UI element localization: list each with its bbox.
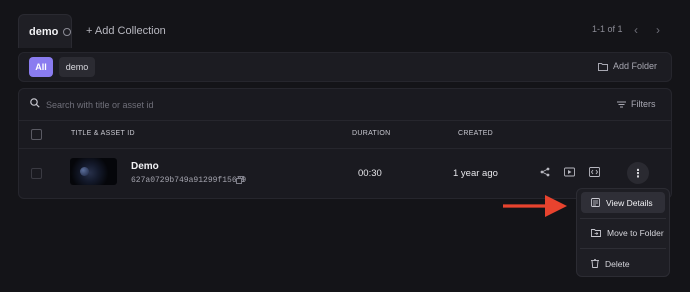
add-collection-button[interactable]: + Add Collection bbox=[86, 22, 166, 40]
play-icon[interactable] bbox=[564, 167, 575, 177]
folder-chip-all[interactable]: All bbox=[29, 57, 53, 77]
menu-item-label: View Details bbox=[606, 197, 653, 208]
divider bbox=[19, 120, 671, 121]
folder-icon bbox=[598, 62, 608, 71]
filter-icon bbox=[617, 101, 626, 107]
filters-button[interactable]: Filters bbox=[617, 99, 656, 109]
search-input[interactable] bbox=[46, 97, 246, 112]
collection-tab-label: demo bbox=[29, 25, 59, 38]
menu-item-label: Move to Folder bbox=[607, 227, 664, 238]
more-icon[interactable]: ⋮ bbox=[627, 162, 649, 184]
asset-created: 1 year ago bbox=[453, 168, 498, 179]
info-icon[interactable] bbox=[63, 27, 71, 36]
filters-label: Filters bbox=[631, 99, 656, 109]
add-folder-button[interactable]: Add Folder bbox=[598, 61, 657, 71]
chevron-left-icon[interactable]: ‹ bbox=[634, 23, 638, 37]
collection-tab-demo[interactable]: demo bbox=[18, 14, 72, 48]
search-icon bbox=[30, 98, 40, 108]
pagination-text: 1-1 of 1 bbox=[592, 24, 623, 34]
select-all-checkbox[interactable] bbox=[31, 129, 42, 140]
menu-divider bbox=[580, 218, 666, 219]
add-collection-label: + Add Collection bbox=[86, 25, 166, 37]
menu-item-delete[interactable]: Delete bbox=[581, 253, 665, 274]
chevron-right-icon[interactable]: › bbox=[656, 23, 660, 37]
video-thumbnail[interactable] bbox=[70, 158, 117, 185]
column-header-created[interactable]: CREATED bbox=[458, 130, 493, 137]
copy-icon[interactable] bbox=[236, 176, 244, 184]
column-header-title[interactable]: TITLE & ASSET ID bbox=[71, 130, 135, 137]
asset-duration: 00:30 bbox=[358, 168, 382, 179]
menu-item-view-details[interactable]: View Details bbox=[581, 192, 665, 213]
folder-bar bbox=[18, 52, 672, 82]
divider bbox=[19, 148, 671, 149]
row-checkbox[interactable] bbox=[31, 168, 42, 179]
menu-divider bbox=[580, 248, 666, 249]
move-folder-icon bbox=[591, 229, 601, 237]
asset-id: 627a0729b749a91299f15679 bbox=[131, 176, 247, 185]
share-icon[interactable] bbox=[540, 167, 550, 177]
folder-chip-demo[interactable]: demo bbox=[59, 57, 95, 77]
menu-item-label: Delete bbox=[605, 258, 630, 269]
column-header-duration[interactable]: DURATION bbox=[352, 130, 390, 137]
trash-icon bbox=[591, 259, 599, 268]
embed-icon[interactable] bbox=[589, 167, 600, 177]
details-icon bbox=[591, 198, 600, 207]
add-folder-label: Add Folder bbox=[613, 61, 658, 71]
asset-title[interactable]: Demo bbox=[131, 161, 159, 172]
annotation-arrow bbox=[503, 195, 567, 217]
menu-item-move-to-folder[interactable]: Move to Folder bbox=[581, 222, 665, 243]
